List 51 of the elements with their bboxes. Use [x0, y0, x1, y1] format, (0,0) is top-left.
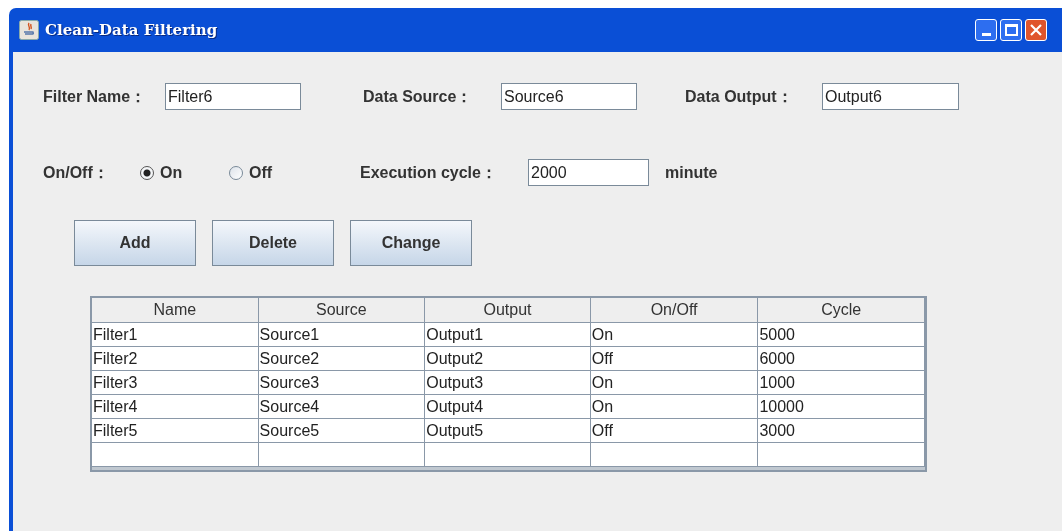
- field-label: Execution cycle：: [360, 162, 498, 183]
- table-cell: Off: [590, 419, 759, 443]
- close-button[interactable]: [1025, 19, 1047, 41]
- action-button[interactable]: Delete: [212, 220, 334, 266]
- table-cell: Filter5: [92, 419, 259, 443]
- table-cell: Output3: [425, 371, 591, 395]
- table-cell: 3000: [758, 419, 925, 443]
- column-header[interactable]: On/Off: [590, 298, 759, 323]
- execution-cycle-field[interactable]: 2000: [528, 159, 649, 186]
- column-header[interactable]: Name: [92, 298, 259, 323]
- radio-option[interactable]: On: [140, 160, 229, 185]
- table-cell: Filter2: [92, 347, 259, 371]
- action-button[interactable]: Change: [350, 220, 472, 266]
- column-header[interactable]: Source: [258, 298, 426, 323]
- radio-option[interactable]: Off: [229, 160, 318, 185]
- table-cell: Filter1: [92, 323, 259, 347]
- minimize-button[interactable]: [975, 19, 997, 41]
- table-cell: Source5: [258, 419, 426, 443]
- data-output-field[interactable]: Output6: [822, 83, 959, 110]
- table-cell: 10000: [758, 395, 925, 419]
- table-cell: Off: [590, 347, 759, 371]
- field-label: Data Source：: [363, 86, 474, 107]
- table-cell: 1000: [758, 371, 925, 395]
- table-cell: Output1: [425, 323, 591, 347]
- table-cell: On: [590, 395, 759, 419]
- table-cell: Output4: [425, 395, 591, 419]
- field-label: On/Off：: [43, 162, 110, 183]
- column-header[interactable]: Cycle: [758, 298, 925, 323]
- table-cell: Source4: [258, 395, 426, 419]
- table-cell: Output5: [425, 419, 591, 443]
- table-cell: 5000: [758, 323, 925, 347]
- app-icon: [19, 20, 39, 40]
- filter-name-field[interactable]: Filter6: [165, 83, 301, 110]
- field-label: Data Output：: [685, 86, 794, 107]
- maximize-button[interactable]: [1000, 19, 1022, 41]
- table-cell: Filter4: [92, 395, 259, 419]
- data-source-field[interactable]: Source6: [501, 83, 637, 110]
- field-label: Filter Name：: [43, 86, 148, 107]
- table-cell: Source3: [258, 371, 426, 395]
- table-cell: Source1: [258, 323, 426, 347]
- window-title: Clean-Data Filtering: [45, 19, 219, 41]
- table-cell: On: [590, 323, 759, 347]
- table-cell: On: [590, 371, 759, 395]
- table-cell: Filter3: [92, 371, 259, 395]
- table-cell: 6000: [758, 347, 925, 371]
- action-button[interactable]: Add: [74, 220, 196, 266]
- column-header[interactable]: Output: [425, 298, 591, 323]
- field-label: minute: [665, 162, 718, 183]
- table-cell: Source2: [258, 347, 426, 371]
- close-icon: [1030, 24, 1042, 36]
- table-cell: Output2: [425, 347, 591, 371]
